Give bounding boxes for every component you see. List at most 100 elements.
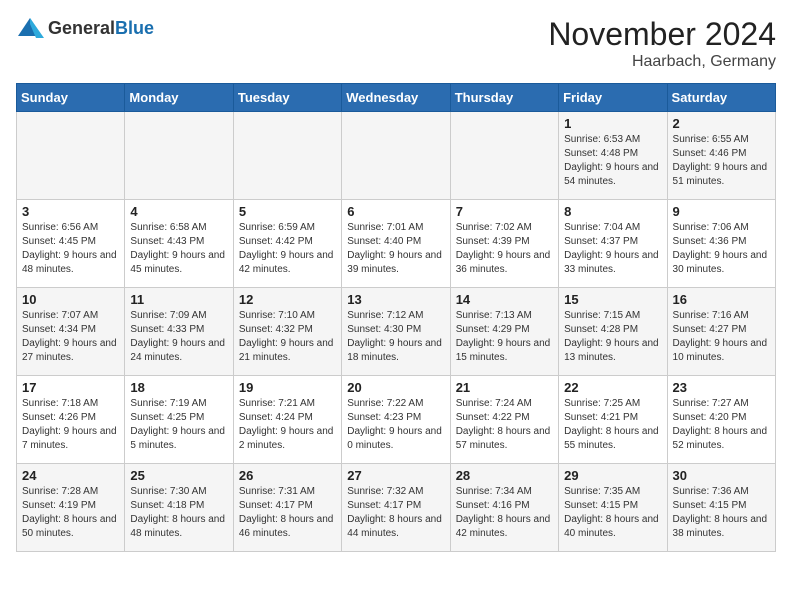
calendar-cell: [450, 112, 558, 200]
day-number: 24: [22, 468, 119, 483]
calendar-week-row: 24 Sunrise: 7:28 AM Sunset: 4:19 PM Dayli…: [17, 464, 776, 552]
day-number: 15: [564, 292, 661, 307]
calendar-cell: 10 Sunrise: 7:07 AM Sunset: 4:34 PM Dayli…: [17, 288, 125, 376]
day-info: Sunrise: 7:07 AM Sunset: 4:34 PM Dayligh…: [22, 309, 119, 365]
day-number: 8: [564, 204, 661, 219]
calendar-cell: 23Sunrise: 7:27 AM Sunset: 4:20 PM Dayli…: [667, 376, 775, 464]
day-info: Sunrise: 6:58 AM Sunset: 4:43 PM Dayligh…: [130, 221, 227, 277]
day-number: 13: [347, 292, 444, 307]
day-number: 18: [130, 380, 227, 395]
day-number: 2: [673, 116, 770, 131]
calendar-cell: 1 Sunrise: 6:53 AM Sunset: 4:48 PM Daylig…: [559, 112, 667, 200]
calendar-cell: [342, 112, 450, 200]
day-number: 28: [456, 468, 553, 483]
calendar-cell: 9 Sunrise: 7:06 AM Sunset: 4:36 PM Daylig…: [667, 200, 775, 288]
day-info: Sunrise: 6:56 AM Sunset: 4:45 PM Dayligh…: [22, 221, 119, 277]
month-title: November 2024: [548, 16, 776, 53]
day-number: 16: [673, 292, 770, 307]
calendar-week-row: 3 Sunrise: 6:56 AM Sunset: 4:45 PM Daylig…: [17, 200, 776, 288]
calendar-cell: 5 Sunrise: 6:59 AM Sunset: 4:42 PM Daylig…: [233, 200, 341, 288]
day-number: 19: [239, 380, 336, 395]
day-number: 30: [673, 468, 770, 483]
calendar-body: 1 Sunrise: 6:53 AM Sunset: 4:48 PM Daylig…: [17, 112, 776, 552]
calendar-cell: 4 Sunrise: 6:58 AM Sunset: 4:43 PM Daylig…: [125, 200, 233, 288]
day-number: 4: [130, 204, 227, 219]
calendar-cell: 18 Sunrise: 7:19 AM Sunset: 4:25 PM Dayli…: [125, 376, 233, 464]
day-info: Sunrise: 7:09 AM Sunset: 4:33 PM Dayligh…: [130, 309, 227, 365]
day-info: Sunrise: 7:35 AM Sunset: 4:15 PM Dayligh…: [564, 485, 661, 541]
calendar-cell: [17, 112, 125, 200]
title-block: November 2024 Haarbach, Germany: [548, 16, 776, 71]
day-number: 1: [564, 116, 661, 131]
day-number: 6: [347, 204, 444, 219]
calendar-cell: 26Sunrise: 7:31 AM Sunset: 4:17 PM Dayli…: [233, 464, 341, 552]
day-info: Sunrise: 7:25 AM Sunset: 4:21 PM Dayligh…: [564, 397, 661, 453]
weekday-header: Thursday: [450, 84, 558, 112]
calendar-cell: 14 Sunrise: 7:13 AM Sunset: 4:29 PM Dayli…: [450, 288, 558, 376]
calendar-cell: 24 Sunrise: 7:28 AM Sunset: 4:19 PM Dayli…: [17, 464, 125, 552]
calendar-cell: 27 Sunrise: 7:32 AM Sunset: 4:17 PM Dayli…: [342, 464, 450, 552]
calendar-cell: [233, 112, 341, 200]
calendar-cell: 21 Sunrise: 7:24 AM Sunset: 4:22 PM Dayli…: [450, 376, 558, 464]
day-info: Sunrise: 7:34 AM Sunset: 4:16 PM Dayligh…: [456, 485, 553, 541]
day-info: Sunrise: 7:19 AM Sunset: 4:25 PM Dayligh…: [130, 397, 227, 453]
day-info: Sunrise: 7:28 AM Sunset: 4:19 PM Dayligh…: [22, 485, 119, 541]
day-number: 21: [456, 380, 553, 395]
calendar-table: SundayMondayTuesdayWednesdayThursdayFrid…: [16, 83, 776, 552]
calendar-cell: 8Sunrise: 7:04 AM Sunset: 4:37 PM Daylig…: [559, 200, 667, 288]
calendar-header: SundayMondayTuesdayWednesdayThursdayFrid…: [17, 84, 776, 112]
logo-blue: Blue: [115, 18, 154, 38]
day-info: Sunrise: 7:36 AM Sunset: 4:15 PM Dayligh…: [673, 485, 770, 541]
calendar-cell: 3 Sunrise: 6:56 AM Sunset: 4:45 PM Daylig…: [17, 200, 125, 288]
calendar-cell: 19 Sunrise: 7:21 AM Sunset: 4:24 PM Dayli…: [233, 376, 341, 464]
day-info: Sunrise: 7:02 AM Sunset: 4:39 PM Dayligh…: [456, 221, 553, 277]
day-number: 11: [130, 292, 227, 307]
calendar-cell: 20Sunrise: 7:22 AM Sunset: 4:23 PM Dayli…: [342, 376, 450, 464]
logo: GeneralBlue: [16, 16, 154, 40]
calendar-cell: 17 Sunrise: 7:18 AM Sunset: 4:26 PM Dayli…: [17, 376, 125, 464]
calendar-cell: 12Sunrise: 7:10 AM Sunset: 4:32 PM Dayli…: [233, 288, 341, 376]
day-info: Sunrise: 7:16 AM Sunset: 4:27 PM Dayligh…: [673, 309, 770, 365]
calendar-cell: 2 Sunrise: 6:55 AM Sunset: 4:46 PM Daylig…: [667, 112, 775, 200]
day-number: 5: [239, 204, 336, 219]
day-number: 17: [22, 380, 119, 395]
weekday-header: Wednesday: [342, 84, 450, 112]
day-number: 27: [347, 468, 444, 483]
day-info: Sunrise: 7:01 AM Sunset: 4:40 PM Dayligh…: [347, 221, 444, 277]
day-number: 22: [564, 380, 661, 395]
weekday-header: Friday: [559, 84, 667, 112]
day-number: 9: [673, 204, 770, 219]
day-info: Sunrise: 7:24 AM Sunset: 4:22 PM Dayligh…: [456, 397, 553, 453]
header: GeneralBlue November 2024 Haarbach, Germ…: [16, 16, 776, 71]
calendar-cell: 29 Sunrise: 7:35 AM Sunset: 4:15 PM Dayli…: [559, 464, 667, 552]
calendar-week-row: 10 Sunrise: 7:07 AM Sunset: 4:34 PM Dayli…: [17, 288, 776, 376]
day-info: Sunrise: 7:18 AM Sunset: 4:26 PM Dayligh…: [22, 397, 119, 453]
day-info: Sunrise: 7:32 AM Sunset: 4:17 PM Dayligh…: [347, 485, 444, 541]
calendar-cell: 7Sunrise: 7:02 AM Sunset: 4:39 PM Daylig…: [450, 200, 558, 288]
day-number: 3: [22, 204, 119, 219]
day-info: Sunrise: 6:59 AM Sunset: 4:42 PM Dayligh…: [239, 221, 336, 277]
day-number: 26: [239, 468, 336, 483]
logo-general: General: [48, 18, 115, 38]
header-row: SundayMondayTuesdayWednesdayThursdayFrid…: [17, 84, 776, 112]
day-info: Sunrise: 7:13 AM Sunset: 4:29 PM Dayligh…: [456, 309, 553, 365]
day-info: Sunrise: 7:21 AM Sunset: 4:24 PM Dayligh…: [239, 397, 336, 453]
day-number: 23: [673, 380, 770, 395]
day-info: Sunrise: 7:06 AM Sunset: 4:36 PM Dayligh…: [673, 221, 770, 277]
day-number: 10: [22, 292, 119, 307]
calendar-cell: 30 Sunrise: 7:36 AM Sunset: 4:15 PM Dayli…: [667, 464, 775, 552]
day-info: Sunrise: 7:30 AM Sunset: 4:18 PM Dayligh…: [130, 485, 227, 541]
day-number: 25: [130, 468, 227, 483]
day-number: 29: [564, 468, 661, 483]
day-info: Sunrise: 6:55 AM Sunset: 4:46 PM Dayligh…: [673, 133, 770, 189]
weekday-header: Monday: [125, 84, 233, 112]
calendar-cell: 15Sunrise: 7:15 AM Sunset: 4:28 PM Dayli…: [559, 288, 667, 376]
day-number: 12: [239, 292, 336, 307]
calendar-week-row: 1 Sunrise: 6:53 AM Sunset: 4:48 PM Daylig…: [17, 112, 776, 200]
day-info: Sunrise: 6:53 AM Sunset: 4:48 PM Dayligh…: [564, 133, 661, 189]
calendar-cell: 13Sunrise: 7:12 AM Sunset: 4:30 PM Dayli…: [342, 288, 450, 376]
weekday-header: Sunday: [17, 84, 125, 112]
day-number: 14: [456, 292, 553, 307]
logo-icon: [16, 16, 44, 40]
weekday-header: Saturday: [667, 84, 775, 112]
